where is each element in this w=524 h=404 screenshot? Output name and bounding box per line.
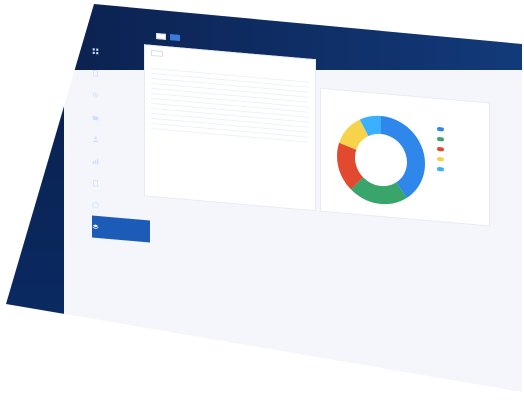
sidebar bbox=[6, 4, 64, 392]
legend-swatch bbox=[437, 166, 444, 172]
filter-select[interactable] bbox=[151, 49, 163, 57]
table-cell bbox=[230, 130, 250, 138]
legend-swatch bbox=[437, 136, 444, 142]
layers-icon bbox=[92, 223, 99, 231]
chart-card bbox=[320, 87, 490, 227]
tab[interactable] bbox=[170, 34, 180, 42]
legend-item bbox=[437, 126, 447, 132]
legend-item bbox=[437, 156, 447, 162]
legend-item bbox=[437, 136, 447, 142]
donut-chart bbox=[337, 115, 425, 205]
shield-icon bbox=[92, 333, 99, 341]
folder-icon bbox=[92, 113, 99, 121]
grid-icon bbox=[92, 47, 99, 55]
sidebar-subitem[interactable] bbox=[92, 303, 150, 330]
table-cell bbox=[170, 125, 191, 132]
cube-icon bbox=[92, 201, 99, 209]
table-cell bbox=[210, 128, 230, 136]
legend-item bbox=[437, 166, 447, 172]
table-cell bbox=[289, 135, 309, 143]
main-content bbox=[144, 44, 504, 355]
table-cell bbox=[249, 132, 270, 139]
data-table bbox=[151, 63, 309, 143]
legend-item bbox=[437, 146, 447, 152]
stats-row bbox=[267, 60, 275, 61]
document-icon bbox=[92, 69, 99, 77]
book-icon bbox=[92, 179, 99, 187]
table-cell bbox=[151, 123, 171, 131]
topbar-actions bbox=[432, 43, 462, 51]
legend-swatch bbox=[437, 126, 444, 132]
settings-icon bbox=[92, 91, 99, 99]
sidebar-item[interactable] bbox=[92, 325, 150, 352]
chart-icon bbox=[92, 157, 99, 165]
table-cell bbox=[269, 133, 290, 141]
table-card bbox=[144, 44, 316, 212]
chart-legend bbox=[437, 126, 447, 178]
screen-mockup bbox=[0, 0, 524, 404]
legend-swatch bbox=[437, 146, 444, 152]
sidebar-nav bbox=[92, 39, 150, 352]
device-frame bbox=[6, 4, 522, 392]
tab[interactable] bbox=[156, 32, 166, 40]
table-cell bbox=[190, 126, 211, 134]
legend-swatch bbox=[437, 156, 444, 162]
user-icon bbox=[92, 135, 99, 143]
